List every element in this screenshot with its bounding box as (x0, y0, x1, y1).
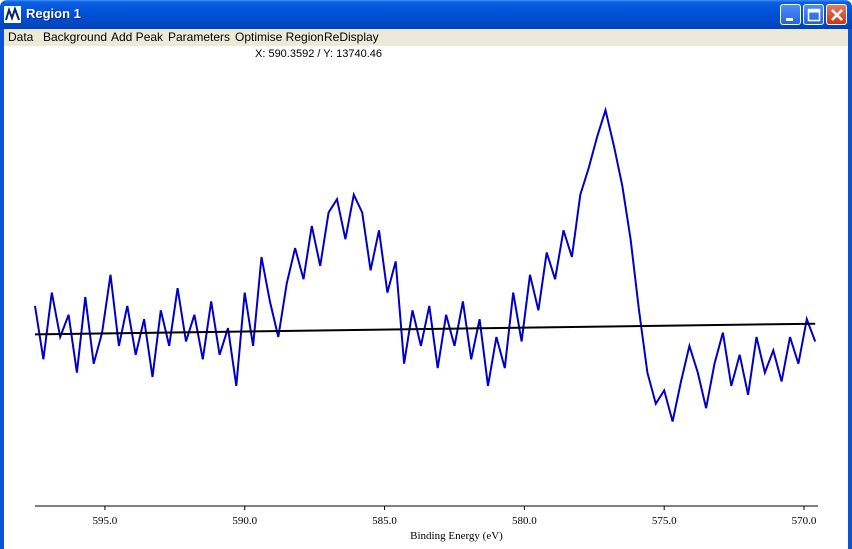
x-tick-label: 570.0 (792, 515, 817, 527)
cursor-readout: X: 590.3592 / Y: 13740.46 (255, 48, 383, 60)
x-tick-label: 585.0 (372, 515, 397, 527)
x-tick-label: 575.0 (652, 515, 677, 527)
x-axis-ticks: 595.0 590.0 585.0 580.0 575.0 570.0 (93, 506, 817, 527)
x-tick-label: 590.0 (232, 515, 257, 527)
x-tick-label: 580.0 (512, 515, 537, 527)
x-tick-label: 595.0 (93, 515, 118, 527)
spectrum-line (34, 106, 817, 422)
x-axis-title: Binding Energy (eV) (410, 530, 503, 542)
spectrum-chart[interactable]: 595.0 590.0 585.0 580.0 575.0 570.0 Binding E… (0, 0, 852, 549)
